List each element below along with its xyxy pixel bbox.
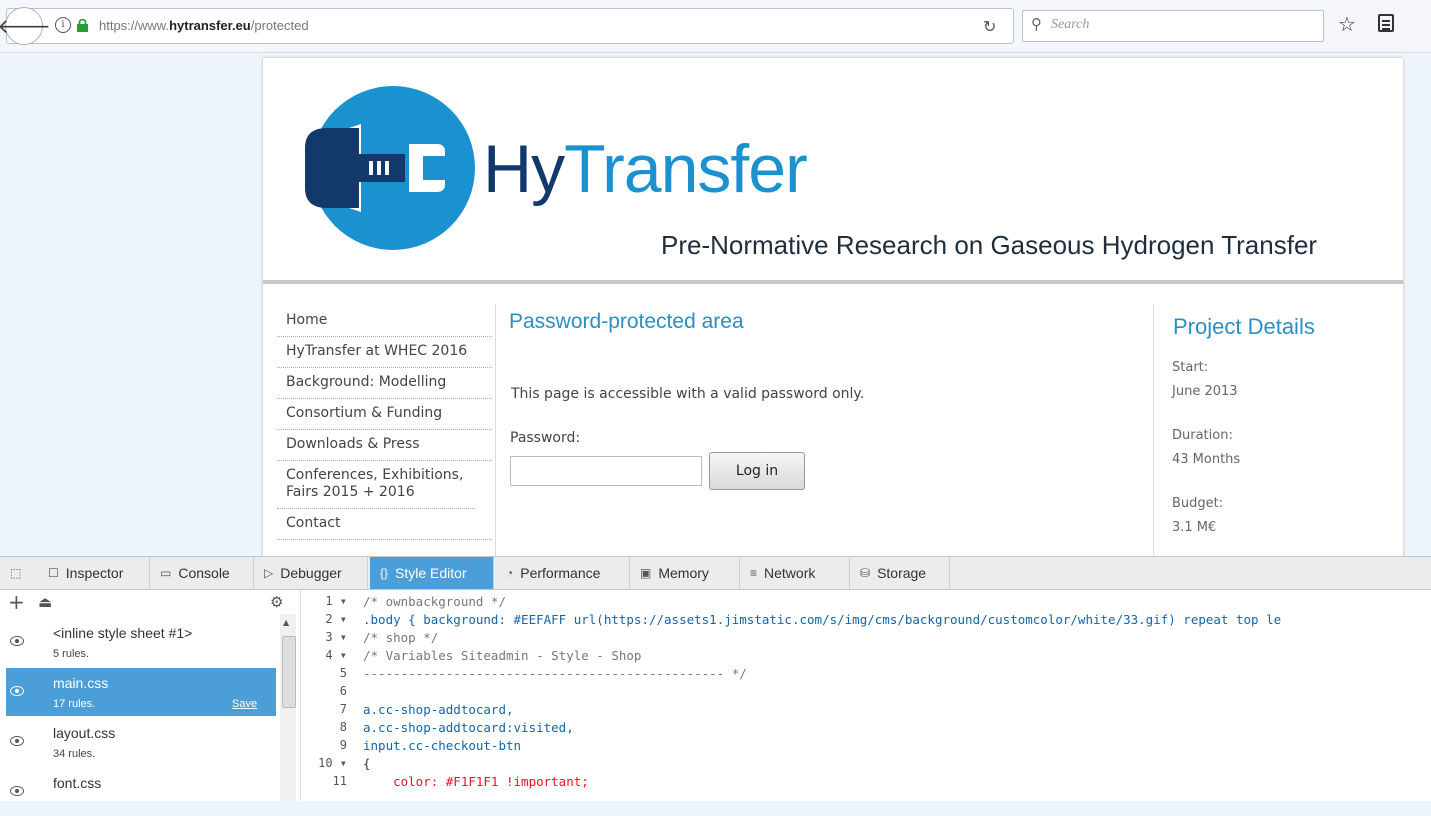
nav-item-conferences[interactable]: Conferences, Exhibitions, Fairs 2015 + 2… (277, 461, 475, 509)
eye-icon[interactable] (10, 636, 24, 646)
header-divider (263, 280, 1403, 284)
site-subtitle: Pre-Normative Research on Gaseous Hydrog… (661, 230, 1318, 260)
budget-value: 3.1 M€ (1172, 520, 1217, 535)
stylesheet-rules: 5 rules. (53, 648, 90, 660)
nav-item-downloads[interactable]: Downloads & Press (277, 430, 492, 461)
code-line: 10 ▾{ (318, 756, 371, 771)
pick-element-icon[interactable]: ⬚ (0, 557, 38, 589)
lock-icon (77, 19, 88, 32)
nav-item-contact[interactable]: Contact (277, 509, 492, 540)
scroll-thumb[interactable] (282, 636, 296, 708)
hytransfer-logo-icon (305, 86, 475, 250)
back-icon[interactable]: 🡐 (0, 7, 51, 45)
eye-icon[interactable] (10, 736, 24, 746)
stylesheet-toolbar: + ⏏ ⚙ (0, 590, 300, 616)
web-page: HyTransfer Pre-Normative Research on Gas… (263, 58, 1403, 558)
stylesheet-rules: 34 rules. (53, 748, 96, 760)
scroll-up-icon[interactable]: ▲ (283, 618, 289, 627)
stylesheet-name: layout.css (53, 725, 116, 741)
stylesheet-list: + ⏏ ⚙ <inline style sheet #1> 5 rules. m… (0, 590, 301, 801)
search-icon: ⚲ (1031, 15, 1042, 33)
stylesheet-item-selected[interactable]: main.css 17 rules. Save (6, 668, 276, 716)
eye-icon[interactable] (10, 686, 24, 696)
new-stylesheet-icon[interactable]: + (8, 590, 25, 614)
nav-item-background[interactable]: Background: Modelling (277, 368, 492, 399)
reload-icon[interactable]: ↻ (983, 17, 996, 36)
site-header: HyTransfer Pre-Normative Research on Gas… (263, 58, 1403, 286)
memory-icon: ▣ (640, 566, 652, 580)
page-title: Password-protected area (509, 310, 744, 333)
stylesheet-item[interactable]: layout.css 34 rules. (6, 718, 276, 766)
project-details-title: Project Details (1173, 314, 1315, 339)
code-line: 7 a.cc-shop-addtocard, (339, 702, 514, 717)
budget-label: Budget: (1172, 496, 1224, 511)
debugger-icon: ▷ (264, 566, 274, 580)
stylesheet-name: <inline style sheet #1> (53, 625, 193, 641)
tab-performance[interactable]: ◔ Performance (496, 557, 630, 589)
devtools-tabbar: ⬚ ☐ Inspector ▭ Console ▷ Debugger {} Style … (0, 557, 1431, 590)
search-input[interactable]: ⚲ Search (1022, 10, 1324, 42)
duration-value: 43 Months (1172, 452, 1241, 467)
duration-label: Duration: (1172, 428, 1233, 443)
devtools-panel: ⬚ ☐ Inspector ▭ Console ▷ Debugger {} Style … (0, 556, 1431, 801)
stylesheet-name: main.css (53, 675, 109, 691)
stylesheet-name: font.css (53, 775, 102, 791)
sidebar-divider (1153, 304, 1154, 558)
inspector-icon: ☐ (48, 566, 59, 580)
save-link[interactable]: Save (232, 698, 257, 710)
url-bar[interactable]: 🡐 i https://www.hytransfer.eu/protected … (0, 7, 1014, 45)
login-button[interactable]: Log in (709, 452, 805, 490)
style-editor-icon: {} (380, 566, 389, 580)
code-line: 6 (339, 684, 347, 698)
stylesheet-item[interactable]: font.css (6, 768, 276, 816)
storage-icon: ⛁ (860, 566, 871, 580)
nav-divider (495, 304, 496, 558)
code-line: 4 ▾/* Variables Siteadmin - Style - Shop (325, 648, 642, 663)
page-description: This page is accessible with a valid pas… (511, 386, 865, 402)
nav-item-home[interactable]: Home (277, 306, 492, 337)
network-icon: ≡ (750, 566, 758, 580)
info-icon[interactable]: i (55, 17, 71, 33)
start-label: Start: (1172, 360, 1209, 375)
tab-debugger[interactable]: ▷ Debugger (254, 557, 368, 589)
tab-storage[interactable]: ⛁ Storage (850, 557, 950, 589)
star-icon[interactable]: ☆ (1338, 12, 1356, 36)
tab-inspector[interactable]: ☐ Inspector (38, 557, 150, 589)
performance-icon: ◔ (506, 566, 514, 580)
code-line: 3 ▾/* shop */ (325, 630, 439, 645)
code-line: 11 color: #F1F1F1 !important; (332, 774, 589, 789)
code-line: 5 ---------------------------------------… (339, 666, 747, 681)
stylesheet-scrollbar[interactable]: ▲ (280, 614, 296, 801)
reading-list-icon[interactable] (1378, 14, 1394, 32)
nav-item-whec[interactable]: HyTransfer at WHEC 2016 (277, 337, 492, 368)
tab-memory[interactable]: ▣ Memory (630, 557, 740, 589)
gear-icon[interactable]: ⚙ (270, 593, 283, 611)
code-line: 8 a.cc-shop-addtocard:visited, (339, 720, 574, 735)
site-nav: Home HyTransfer at WHEC 2016 Background:… (277, 306, 492, 540)
eye-icon[interactable] (10, 786, 24, 796)
password-label: Password: (510, 430, 581, 446)
browser-toolbar: 🡐 i https://www.hytransfer.eu/protected … (0, 0, 1431, 53)
site-logo-text: HyTransfer (483, 131, 808, 207)
tab-style-editor[interactable]: {} Style Editor (370, 557, 494, 589)
import-icon[interactable]: ⏏ (38, 593, 52, 611)
url-text[interactable]: https://www.hytransfer.eu/protected (99, 18, 309, 33)
tab-network[interactable]: ≡ Network (740, 557, 850, 589)
password-field[interactable] (510, 456, 702, 486)
tab-console[interactable]: ▭ Console (150, 557, 254, 589)
css-editor[interactable]: 1 ▾/* ownbackground */ 2 ▾ .body { backgr… (301, 590, 1431, 801)
code-line: 2 ▾ .body { background: #EEFAFF url(https… (325, 612, 1282, 627)
code-line: 1 ▾/* ownbackground */ (325, 594, 506, 609)
stylesheet-item[interactable]: <inline style sheet #1> 5 rules. (6, 618, 276, 666)
console-icon: ▭ (160, 566, 172, 580)
stylesheet-rules: 17 rules. (53, 698, 96, 710)
start-value: June 2013 (1172, 384, 1238, 399)
search-placeholder: Search (1051, 17, 1090, 32)
code-line: 9 input.cc-checkout-btn (339, 738, 522, 753)
nav-item-consortium[interactable]: Consortium & Funding (277, 399, 492, 430)
